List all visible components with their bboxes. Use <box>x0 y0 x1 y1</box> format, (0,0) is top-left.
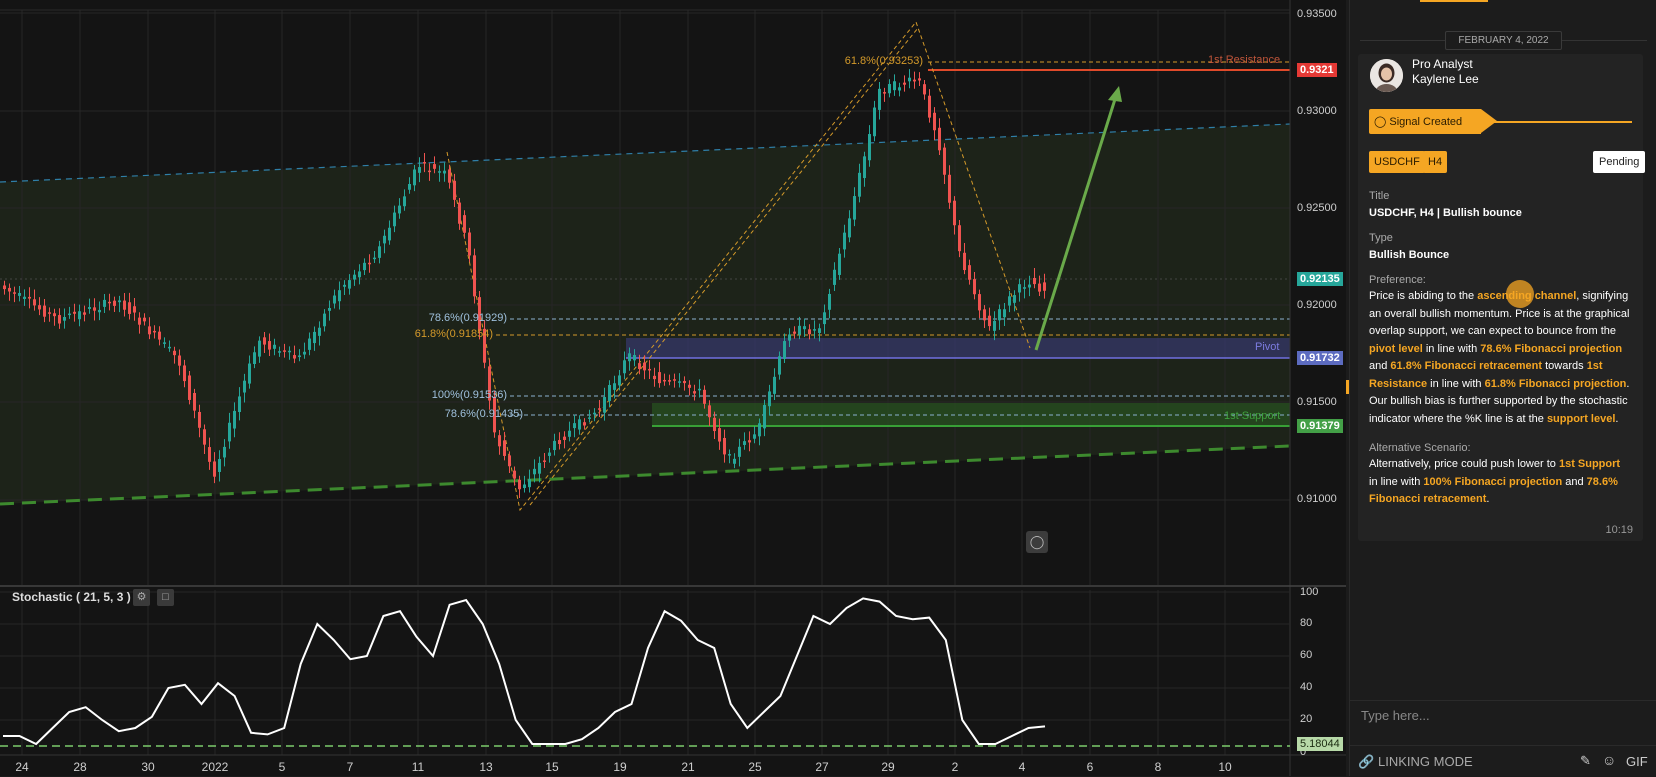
signal-message-card: Pro Analyst Kaylene Lee ◯ Signal Created… <box>1358 54 1646 541</box>
date-axis-label: 11 <box>411 760 425 774</box>
date-axis-label: 6 <box>1086 760 1094 774</box>
stochastic-value-tag: 5.18044 <box>1297 737 1343 751</box>
signal-label: Signal Created <box>1389 116 1463 128</box>
date-axis-label: 2022 <box>201 760 229 774</box>
stoch-axis-label: 80 <box>1300 617 1313 629</box>
linking-mode-button[interactable]: LINKING MODE <box>1378 754 1473 769</box>
pivot-price-tag: 0.91732 <box>1297 351 1343 365</box>
pivot-zone-label: Pivot <box>1255 341 1280 353</box>
preference-label: Preference: <box>1369 274 1426 286</box>
chart-area[interactable]: 0.93500 0.93000 0.92500 0.92000 0.91500 … <box>0 0 1349 776</box>
support-zone <box>652 403 1290 427</box>
price-axis-label: 0.91000 <box>1297 493 1337 505</box>
tab-indicator <box>1420 0 1488 2</box>
chat-sidebar: FEBRUARY 4, 2022 Pro Analyst Kaylene Lee… <box>1349 0 1656 776</box>
date-axis-label: 28 <box>73 760 87 774</box>
emoji-icon[interactable]: ☺ <box>1602 752 1616 768</box>
date-axis-label: 21 <box>681 760 695 774</box>
date-axis-label: 29 <box>881 760 895 774</box>
date-axis-label: 13 <box>479 760 493 774</box>
fib-label: 61.8%(0.93253) <box>844 55 923 67</box>
gear-icon[interactable]: ⚙ <box>133 589 150 606</box>
status-badge[interactable]: Pending <box>1593 151 1646 173</box>
date-axis-label: 24 <box>15 760 29 774</box>
symbol-tag[interactable]: USDCHF <box>1369 151 1425 173</box>
title-label: Title <box>1369 190 1390 202</box>
date-axis-label: 27 <box>815 760 829 774</box>
date-axis-label: 7 <box>346 760 354 774</box>
support-price-tag: 0.91379 <box>1297 419 1343 433</box>
date-axis-label: 15 <box>545 760 559 774</box>
fib-label: 61.8%(0.91854) <box>414 328 493 340</box>
fib-label: 78.6%(0.91435) <box>444 408 523 420</box>
price-axis-label: 0.91500 <box>1297 396 1337 408</box>
cursor-highlight <box>1506 280 1534 308</box>
bottom-toolbar: 🔗 LINKING MODE ✎ ☺ GIF <box>1350 745 1656 777</box>
price-chart[interactable] <box>0 0 1346 776</box>
message-input[interactable] <box>1350 700 1656 730</box>
date-axis-label: 19 <box>613 760 627 774</box>
title-value: USDCHF, H4 | Bullish bounce <box>1369 207 1522 219</box>
price-axis-label: 0.92500 <box>1297 202 1337 214</box>
alternative-label: Alternative Scenario: <box>1369 442 1471 454</box>
price-axis-label: 0.93000 <box>1297 105 1337 117</box>
date-pill: FEBRUARY 4, 2022 <box>1445 31 1562 50</box>
analyst-role: Pro Analyst <box>1412 57 1473 71</box>
price-axis-label: 0.93500 <box>1297 8 1337 20</box>
lightbulb-icon: ◯ <box>1374 116 1387 128</box>
type-value: Bullish Bounce <box>1369 249 1450 261</box>
trash-icon[interactable]: □ <box>157 589 174 606</box>
resistance-zone-label: 1st Resistance <box>1208 54 1281 66</box>
lightbulb-icon[interactable]: ◯ <box>1026 531 1048 553</box>
attachment-icon[interactable]: ✎ <box>1580 753 1591 769</box>
price-axis-label: 0.92000 <box>1297 299 1337 311</box>
preference-text: Price is abiding to the ascending channe… <box>1369 290 1630 425</box>
stochastic-k-line <box>3 597 1046 746</box>
fib-label: 100%(0.91536) <box>431 389 507 401</box>
stoch-axis-label: 100 <box>1300 586 1319 598</box>
link-icon[interactable]: 🔗 <box>1358 754 1374 770</box>
date-axis-label: 30 <box>141 760 155 774</box>
date-axis-label: 10 <box>1218 760 1232 774</box>
stoch-axis-label: 60 <box>1300 649 1313 661</box>
stochastic-title: Stochastic ( 21, 5, 3 ) <box>12 590 131 604</box>
pivot-zone <box>626 338 1290 358</box>
date-axis-label: 4 <box>1018 760 1026 774</box>
analyst-name: Kaylene Lee <box>1412 72 1479 86</box>
stoch-axis-label: 40 <box>1300 681 1313 693</box>
message-time: 10:19 <box>1605 524 1633 536</box>
stoch-axis-label: 20 <box>1300 713 1313 725</box>
current-price-tag: 0.92135 <box>1297 272 1343 286</box>
type-label: Type <box>1369 232 1393 244</box>
signal-divider <box>1494 121 1632 123</box>
alternative-text: Alternatively, price could push lower to… <box>1369 458 1621 505</box>
support-zone-label: 1st Support <box>1224 410 1281 422</box>
gif-button[interactable]: GIF <box>1626 754 1648 769</box>
date-axis-label: 2 <box>951 760 959 774</box>
resistance-price-tag: 0.9321 <box>1297 63 1337 77</box>
timeframe-tag[interactable]: H4 <box>1423 151 1448 173</box>
date-axis-label: 5 <box>278 760 286 774</box>
date-axis-label: 8 <box>1154 760 1162 774</box>
date-axis-label: 25 <box>748 760 762 774</box>
date-separator: FEBRUARY 4, 2022 <box>1350 30 1656 50</box>
fib-label: 78.6%(0.91929) <box>428 312 507 324</box>
avatar <box>1370 59 1403 92</box>
